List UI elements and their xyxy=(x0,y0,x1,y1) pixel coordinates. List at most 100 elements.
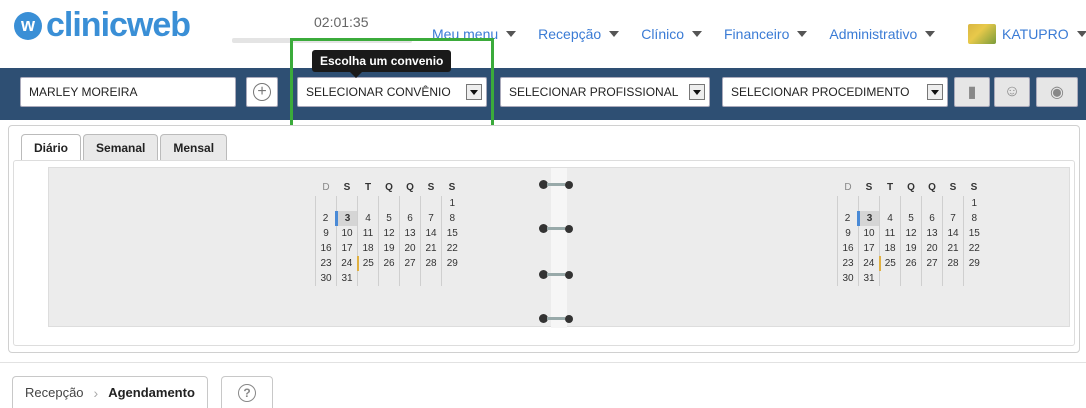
calendar-day[interactable]: 4 xyxy=(879,211,901,226)
calendar-day[interactable]: 22 xyxy=(963,241,985,256)
add-patient-button[interactable]: + xyxy=(246,77,278,107)
convenio-select[interactable]: SELECIONAR CONVÊNIO xyxy=(297,77,487,107)
calendar-day[interactable]: 16 xyxy=(315,241,337,256)
help-button[interactable]: ? xyxy=(221,376,273,408)
calendar-day[interactable]: 11 xyxy=(357,226,379,241)
calendar-day[interactable]: 5 xyxy=(900,211,922,226)
calendar-day[interactable] xyxy=(942,196,964,211)
calendar-day[interactable]: 30 xyxy=(837,271,859,286)
calendar-day[interactable]: 12 xyxy=(378,226,400,241)
calendar-day[interactable]: 30 xyxy=(315,271,337,286)
calendar-day[interactable] xyxy=(357,196,379,211)
calendar-day[interactable]: 1 xyxy=(963,196,985,211)
calendar-day[interactable]: 15 xyxy=(441,226,463,241)
calendar-day[interactable]: 6 xyxy=(399,211,421,226)
users-button[interactable]: ☺ xyxy=(994,77,1030,107)
user-menu[interactable]: KATUPRO xyxy=(968,24,1086,44)
breadcrumb-parent[interactable]: Recepção xyxy=(25,385,84,400)
calendar-day[interactable]: 11 xyxy=(879,226,901,241)
calendar-day[interactable]: 21 xyxy=(420,241,442,256)
book-button[interactable]: ▮ xyxy=(954,77,990,107)
calendar-day[interactable]: 25 xyxy=(356,256,379,271)
calendar-day-today[interactable]: 3 xyxy=(335,211,358,226)
calendar-day[interactable] xyxy=(921,271,943,286)
calendar-day[interactable] xyxy=(399,271,421,286)
calendar-day[interactable]: 31 xyxy=(336,271,358,286)
calendar-day[interactable]: 7 xyxy=(942,211,964,226)
nav-clinico[interactable]: Clínico xyxy=(641,26,702,42)
nav-meu-menu[interactable]: Meu menu xyxy=(432,26,517,42)
calendar-day[interactable]: 7 xyxy=(420,211,442,226)
calendar-day[interactable]: 6 xyxy=(921,211,943,226)
tab-diario[interactable]: Diário xyxy=(21,134,82,160)
calendar-day[interactable]: 8 xyxy=(441,211,463,226)
calendar-day[interactable]: 13 xyxy=(921,226,943,241)
view-button[interactable]: ◉ xyxy=(1036,77,1078,107)
calendar-day[interactable]: 2 xyxy=(837,211,859,226)
calendar-day[interactable] xyxy=(399,196,421,211)
calendar-day[interactable]: 13 xyxy=(399,226,421,241)
calendar-day-today[interactable]: 3 xyxy=(857,211,880,226)
calendar-day[interactable] xyxy=(963,271,985,286)
patient-field[interactable]: MARLEY MOREIRA xyxy=(20,77,236,107)
calendar-day[interactable] xyxy=(336,196,358,211)
calendar-day[interactable] xyxy=(900,271,922,286)
calendar-day[interactable] xyxy=(441,271,463,286)
calendar-day[interactable]: 18 xyxy=(879,241,901,256)
nav-recepcao[interactable]: Recepção xyxy=(538,26,620,42)
calendar-day[interactable]: 31 xyxy=(858,271,880,286)
calendar-day[interactable]: 18 xyxy=(357,241,379,256)
calendar-day[interactable]: 27 xyxy=(399,256,421,271)
calendar-day[interactable] xyxy=(900,196,922,211)
calendar-day[interactable]: 8 xyxy=(963,211,985,226)
calendar-day[interactable]: 9 xyxy=(837,226,859,241)
calendar-day[interactable]: 21 xyxy=(942,241,964,256)
clinicweb-logo[interactable]: w clinicweb xyxy=(14,6,191,45)
calendar-day[interactable]: 29 xyxy=(963,256,985,271)
tab-mensal[interactable]: Mensal xyxy=(160,134,228,160)
calendar-day[interactable]: 22 xyxy=(441,241,463,256)
calendar-day[interactable]: 12 xyxy=(900,226,922,241)
calendar-day[interactable]: 29 xyxy=(441,256,463,271)
calendar-day[interactable]: 4 xyxy=(357,211,379,226)
calendar-day[interactable] xyxy=(879,196,901,211)
calendar-day[interactable]: 28 xyxy=(942,256,964,271)
calendar-day[interactable] xyxy=(315,196,337,211)
procedimento-select[interactable]: SELECIONAR PROCEDIMENTO xyxy=(722,77,948,107)
calendar-day[interactable]: 24 xyxy=(858,256,880,271)
calendar-day[interactable]: 28 xyxy=(420,256,442,271)
calendar-day[interactable] xyxy=(837,196,859,211)
calendar-day[interactable]: 20 xyxy=(921,241,943,256)
calendar-day[interactable]: 23 xyxy=(837,256,859,271)
calendar-day[interactable]: 24 xyxy=(336,256,358,271)
calendar-day[interactable]: 26 xyxy=(900,256,922,271)
dropdown-arrow-icon[interactable] xyxy=(689,84,705,100)
calendar-day[interactable]: 20 xyxy=(399,241,421,256)
calendar-day[interactable] xyxy=(420,271,442,286)
nav-administrativo[interactable]: Administrativo xyxy=(829,26,936,42)
calendar-day[interactable]: 15 xyxy=(963,226,985,241)
calendar-day[interactable]: 9 xyxy=(315,226,337,241)
calendar-day[interactable]: 10 xyxy=(336,226,358,241)
dropdown-arrow-icon[interactable] xyxy=(466,84,482,100)
calendar-day[interactable]: 14 xyxy=(942,226,964,241)
calendar-day[interactable]: 23 xyxy=(315,256,337,271)
calendar-day[interactable]: 27 xyxy=(921,256,943,271)
calendar-day[interactable]: 17 xyxy=(336,241,358,256)
calendar-day[interactable]: 17 xyxy=(858,241,880,256)
calendar-day[interactable] xyxy=(921,196,943,211)
calendar-day[interactable] xyxy=(378,271,400,286)
nav-financeiro[interactable]: Financeiro xyxy=(724,26,808,42)
calendar-day[interactable]: 14 xyxy=(420,226,442,241)
calendar-day[interactable] xyxy=(420,196,442,211)
calendar-day[interactable] xyxy=(378,196,400,211)
tab-semanal[interactable]: Semanal xyxy=(83,134,159,160)
calendar-day[interactable] xyxy=(858,196,880,211)
calendar-day[interactable]: 19 xyxy=(900,241,922,256)
dropdown-arrow-icon[interactable] xyxy=(927,84,943,100)
calendar-day[interactable]: 25 xyxy=(878,256,901,271)
calendar-day[interactable]: 1 xyxy=(441,196,463,211)
calendar-day[interactable]: 5 xyxy=(378,211,400,226)
profissional-select[interactable]: SELECIONAR PROFISSIONAL xyxy=(500,77,710,107)
calendar-day[interactable]: 16 xyxy=(837,241,859,256)
